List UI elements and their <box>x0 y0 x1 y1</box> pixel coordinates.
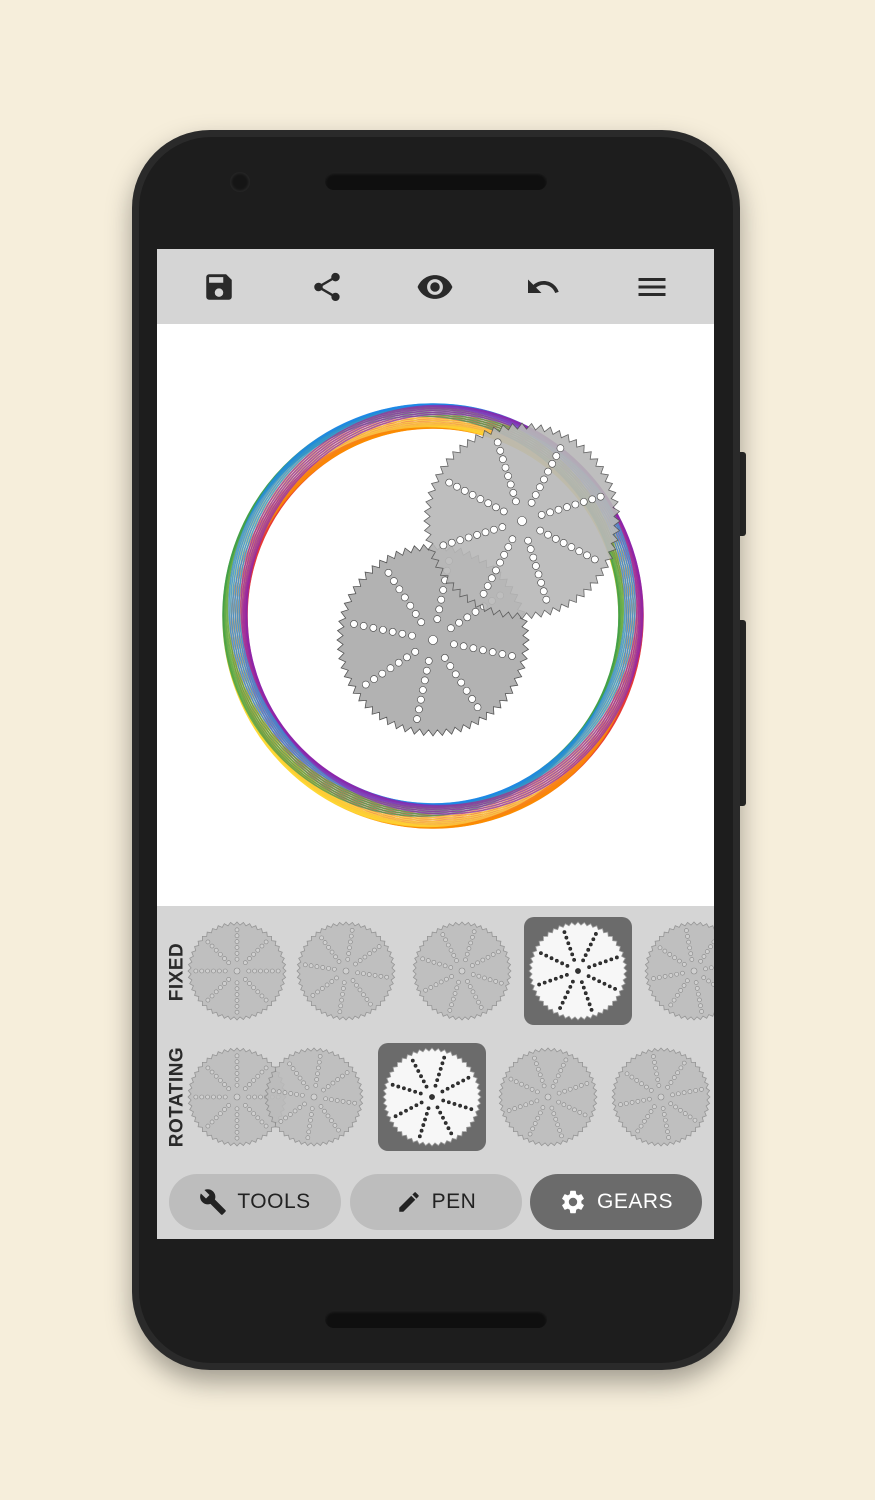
pen-button[interactable]: PEN <box>350 1174 522 1230</box>
save-icon <box>206 274 232 300</box>
rotating-gear-option[interactable] <box>378 1043 486 1151</box>
gear-thumbnail-icon <box>644 921 714 1021</box>
gear-thumbnail-icon <box>412 921 512 1021</box>
preview-button[interactable] <box>415 267 455 307</box>
fixed-gear-option[interactable] <box>640 917 714 1025</box>
share-icon <box>314 272 340 302</box>
gear-shape <box>187 921 287 1021</box>
gear-shape <box>611 1047 711 1147</box>
gear-thumbnail-icon <box>528 921 628 1021</box>
volume-button[interactable] <box>740 620 746 806</box>
gear-icon <box>562 1190 584 1214</box>
gear-thumbnail-icon <box>296 921 396 1021</box>
gears-button[interactable]: GEARS <box>530 1174 702 1230</box>
undo-icon <box>528 279 559 293</box>
gear-thumbnail-icon <box>498 1047 598 1147</box>
menu-button[interactable] <box>632 267 672 307</box>
drawing-canvas[interactable] <box>157 324 714 906</box>
wrench-icon <box>200 1189 227 1215</box>
menu-icon <box>638 278 666 296</box>
fixed-gear-option[interactable] <box>183 917 291 1025</box>
gear-thumbnail-icon <box>382 1047 482 1147</box>
fixed-gear-option[interactable] <box>408 917 516 1025</box>
app-screen: FIXED ROTATING TOOLS PEN GEARS <box>157 249 714 1239</box>
gear-shape <box>412 921 512 1021</box>
rotating-gear-option[interactable] <box>494 1043 602 1151</box>
gear-shape <box>528 921 628 1021</box>
gear-shape <box>382 1047 482 1147</box>
power-button[interactable] <box>740 452 746 536</box>
gear-thumbnail-icon <box>187 921 287 1021</box>
fixed-gear-option[interactable] <box>524 917 632 1025</box>
rotating-gear-option[interactable] <box>260 1043 368 1151</box>
gear-panel: FIXED ROTATING TOOLS PEN GEARS <box>157 906 714 1239</box>
gear-shape <box>296 921 396 1021</box>
front-camera <box>230 172 250 192</box>
tools-button[interactable]: TOOLS <box>169 1174 341 1230</box>
top-toolbar <box>157 249 714 324</box>
spirograph-drawing <box>222 403 644 829</box>
fixed-gear-option[interactable] <box>292 917 400 1025</box>
gear-thumbnail-icon <box>264 1047 364 1147</box>
gear-shape <box>498 1047 598 1147</box>
gear-shape <box>264 1047 364 1147</box>
pencil-icon <box>398 1192 419 1212</box>
gear-thumbnail-icon <box>611 1047 711 1147</box>
top-speaker <box>325 172 547 190</box>
bottom-speaker <box>325 1310 547 1328</box>
eye-icon <box>417 275 453 299</box>
share-button[interactable] <box>307 267 347 307</box>
undo-button[interactable] <box>523 267 563 307</box>
save-button[interactable] <box>199 267 239 307</box>
gears-label: GEARS <box>596 1190 674 1213</box>
tools-label: TOOLS <box>237 1190 311 1213</box>
gear-shape <box>644 921 714 1021</box>
pen-label: PEN <box>431 1190 477 1213</box>
rotating-gear-option[interactable] <box>607 1043 714 1151</box>
rotating-gear-on-canvas[interactable] <box>423 422 621 620</box>
